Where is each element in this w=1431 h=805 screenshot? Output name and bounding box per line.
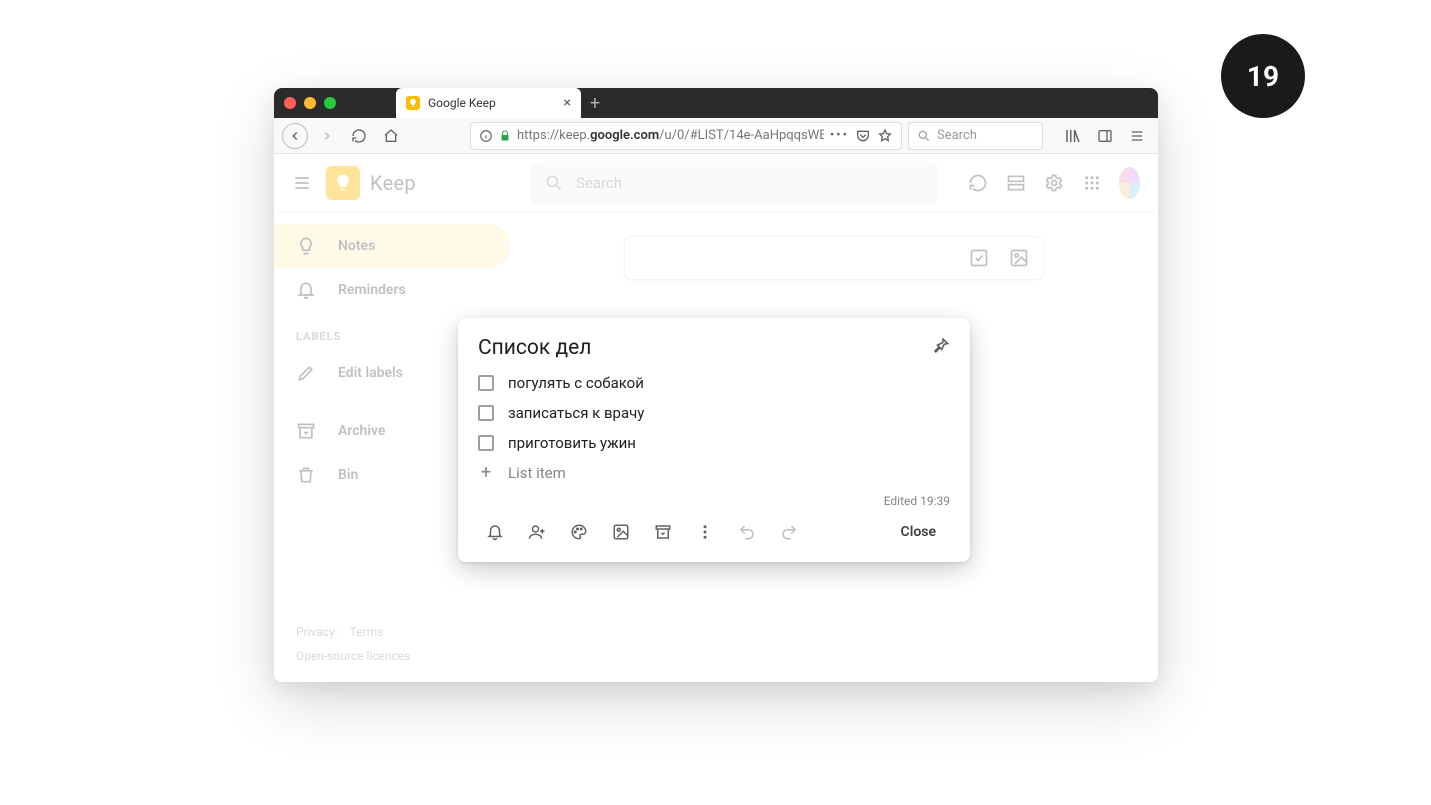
collaborator-button[interactable] [516,514,558,550]
url-bar[interactable]: https://keep.google.com/u/0/#LIST/14e-Aa… [470,122,902,150]
window-zoom-button[interactable] [324,97,336,109]
reload-button[interactable] [346,123,372,149]
checkbox-icon[interactable] [478,375,494,391]
edited-timestamp: Edited 19:39 [472,488,956,510]
checkbox-icon[interactable] [478,435,494,451]
checklist-item-text[interactable]: приготовить ужин [508,434,636,452]
checklist-item[interactable]: приготовить ужин [472,428,956,458]
meatballs-icon[interactable]: ••• [830,128,849,143]
library-icon[interactable] [1060,123,1086,149]
checklist-item[interactable]: записаться к врачу [472,398,956,428]
note-dialog: Список дел погулять с собакой записаться… [458,318,970,562]
browser-toolbar: https://keep.google.com/u/0/#LIST/14e-Aa… [274,118,1158,154]
search-icon [917,129,931,143]
redo-button[interactable] [768,514,810,550]
window-minimize-button[interactable] [304,97,316,109]
home-button[interactable] [378,123,404,149]
new-tab-button[interactable]: + [581,93,609,114]
tab-title: Google Keep [428,96,556,110]
more-button[interactable] [684,514,726,550]
info-icon [479,129,493,143]
pin-button[interactable] [930,336,950,356]
keep-favicon-icon [406,96,420,110]
url-text: https://keep.google.com/u/0/#LIST/14e-Aa… [517,128,824,143]
star-icon[interactable] [877,128,893,144]
checkbox-icon[interactable] [478,405,494,421]
window-close-button[interactable] [284,97,296,109]
note-toolbar: Close [472,510,956,554]
browser-tab[interactable]: Google Keep × [396,88,581,118]
browser-search-bar[interactable]: Search [908,122,1043,150]
reminder-button[interactable] [474,514,516,550]
tab-close-icon[interactable]: × [564,95,571,111]
sidebar-icon[interactable] [1092,123,1118,149]
archive-button[interactable] [642,514,684,550]
keep-app: Keep Search Notes Reminders [274,154,1158,682]
checklist-item-text[interactable]: записаться к врачу [508,404,644,422]
color-button[interactable] [558,514,600,550]
lock-icon [499,130,511,142]
window-controls [284,97,336,109]
close-button[interactable]: Close [883,516,954,548]
browser-menu-icon[interactable] [1124,123,1150,149]
browser-titlebar: Google Keep × + [274,88,1158,118]
checklist-item[interactable]: погулять с собакой [472,368,956,398]
browser-window: Google Keep × + https://keep.google.com/… [274,88,1158,682]
step-badge: 19 [1221,34,1305,118]
back-button[interactable] [282,123,308,149]
note-title-input[interactable]: Список дел [478,336,930,360]
pocket-icon[interactable] [855,128,871,144]
browser-search-placeholder: Search [937,128,977,143]
add-image-button[interactable] [600,514,642,550]
checklist-item-text[interactable]: погулять с собакой [508,374,644,392]
undo-button[interactable] [726,514,768,550]
add-list-item[interactable]: + List item [472,458,956,488]
add-list-item-label: List item [508,464,566,482]
plus-icon: + [478,465,494,481]
forward-button[interactable] [314,123,340,149]
